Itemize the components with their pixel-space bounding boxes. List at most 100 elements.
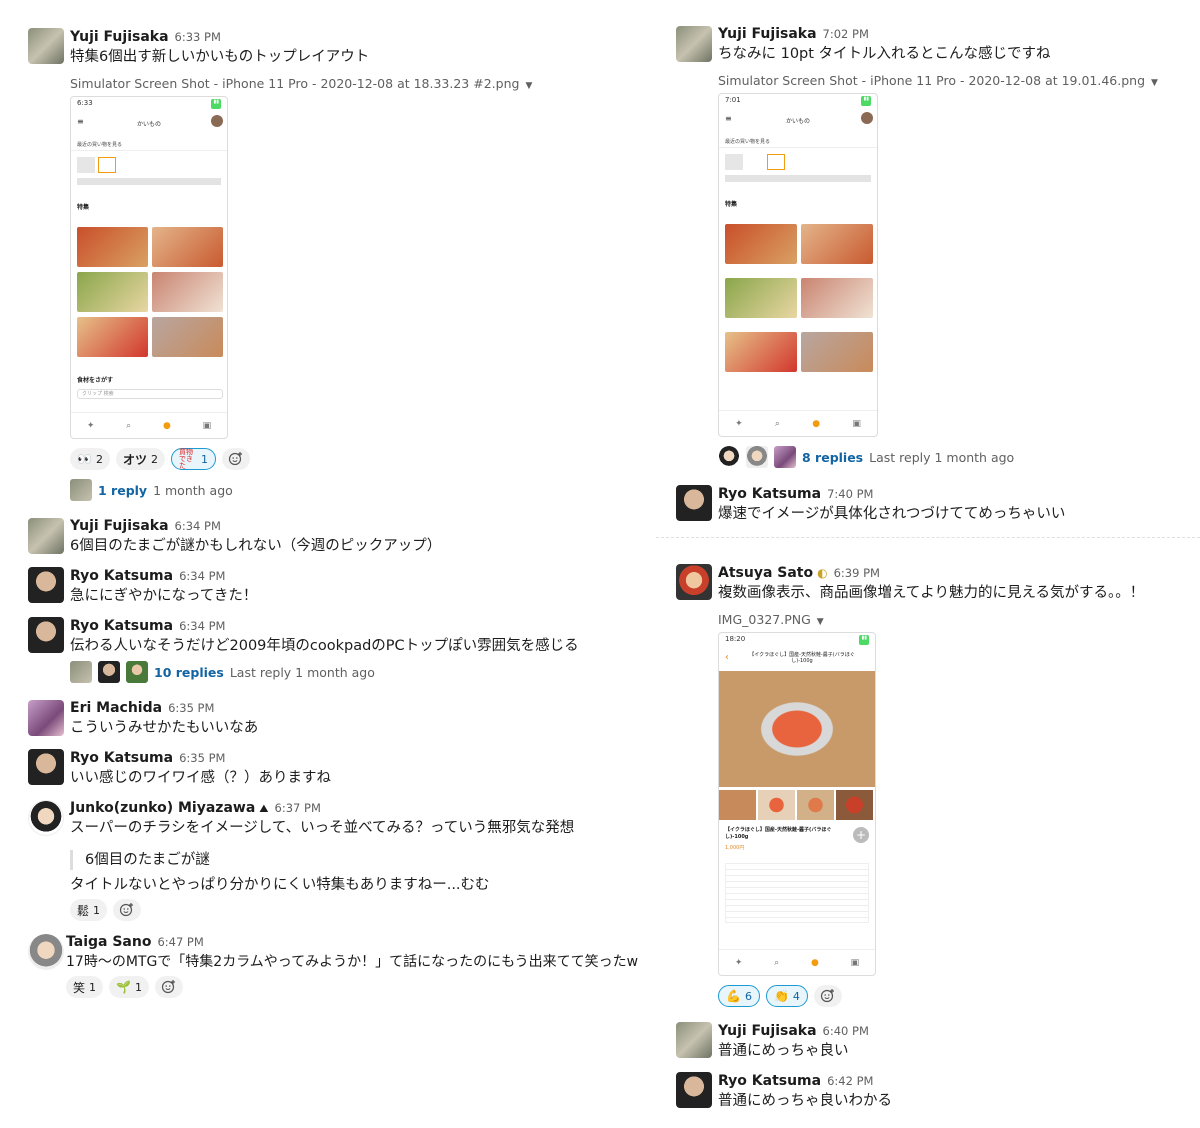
file-name[interactable]: IMG_0327.PNG ▼ xyxy=(718,612,824,627)
caret-down-icon[interactable]: ▼ xyxy=(817,617,824,627)
add-reaction-icon[interactable] xyxy=(113,899,142,921)
timestamp[interactable]: 6:39 PM xyxy=(834,566,880,580)
add-reaction-icon[interactable] xyxy=(813,985,842,1007)
recent-link: 最近の買い物を見る xyxy=(71,139,227,151)
user-name[interactable]: Eri Machida xyxy=(70,700,162,716)
avatar xyxy=(774,446,796,468)
user-name[interactable]: Taiga Sano xyxy=(66,934,151,950)
reply-count[interactable]: 8 replies xyxy=(802,450,863,465)
reply-count[interactable]: 10 replies xyxy=(154,665,224,680)
message-text: 伝わる人いなそうだけど2009年頃のcookpadのPCトップぽい雰囲気を感じる xyxy=(70,638,579,654)
attachment-image[interactable]: 18:20 ▮▮ ‹ 【イクラほぐし】国産-天然秋鮭-醤子(バラほぐし)-100g… xyxy=(718,632,876,976)
avatar[interactable] xyxy=(28,700,64,736)
timestamp[interactable]: 6:34 PM xyxy=(179,619,225,633)
reactions: 笑1 🌱 1 xyxy=(66,976,183,998)
quote-block: 6個目のたまごが謎 xyxy=(70,850,210,870)
search-heading: 食材をさがす xyxy=(77,377,114,384)
avatar[interactable] xyxy=(28,800,64,836)
timestamp[interactable]: 6:40 PM xyxy=(823,1024,869,1038)
attachment-image[interactable]: 6:33 ▮▮ ≡ かいもの 最近の買い物を見る 特集 食材をさがす クリップ … xyxy=(70,96,228,439)
thread-summary[interactable]: 1 reply 1 month ago xyxy=(70,479,233,501)
cart-icon: ▣ xyxy=(850,957,860,968)
reaction-selected[interactable]: 買物できた 1 xyxy=(170,448,216,470)
timestamp[interactable]: 6:34 PM xyxy=(175,519,221,533)
thread-summary[interactable]: 10 replies Last reply 1 month ago xyxy=(70,661,375,683)
avatar xyxy=(126,661,148,683)
timestamp[interactable]: 6:35 PM xyxy=(168,701,214,715)
avatar[interactable] xyxy=(676,485,712,521)
day-selector xyxy=(719,148,877,170)
reply-count[interactable]: 1 reply xyxy=(98,483,147,498)
recent-link: 最近の買い物を見る xyxy=(719,136,877,148)
avatar xyxy=(718,446,740,468)
reaction-selected[interactable]: 👏 4 xyxy=(765,985,808,1007)
timestamp[interactable]: 6:47 PM xyxy=(157,935,203,949)
sparkle-icon: ✦ xyxy=(734,957,743,968)
user-name[interactable]: Ryo Katsuma xyxy=(70,750,173,766)
timestamp[interactable]: 7:02 PM xyxy=(823,27,869,41)
avatar[interactable] xyxy=(676,26,712,62)
caret-down-icon[interactable]: ▼ xyxy=(525,81,532,91)
cart-icon: ▣ xyxy=(852,418,861,429)
timestamp[interactable]: 7:40 PM xyxy=(827,487,873,501)
search-icon: ⌕ xyxy=(774,418,780,429)
reaction[interactable]: 🌱 1 xyxy=(109,976,149,998)
avatar[interactable] xyxy=(676,1072,712,1108)
avatar[interactable] xyxy=(28,518,64,554)
message-text: 複数画像表示、商品画像増えてより魅力的に見える気がする。。！ xyxy=(718,585,1145,601)
message-text: 6個目のたまごが謎かもしれない（今週のピックアップ） xyxy=(70,538,442,554)
product-name: 【イクラほぐし】国産-天然秋鮭-醤子(バラほぐし)-100g xyxy=(725,827,832,840)
thumbnail-strip xyxy=(719,787,875,823)
thread-summary[interactable]: 8 replies Last reply 1 month ago xyxy=(718,446,1014,468)
avatar xyxy=(70,661,92,683)
user-name[interactable]: Yuji Fujisaka xyxy=(70,518,169,534)
avatar[interactable] xyxy=(28,567,64,603)
avatar[interactable] xyxy=(28,934,64,970)
timestamp[interactable]: 6:35 PM xyxy=(179,751,225,765)
user-name[interactable]: Ryo Katsuma xyxy=(70,618,173,634)
app-title: かいもの xyxy=(785,118,810,125)
search-input: クリップ 検索 xyxy=(77,389,223,399)
reaction[interactable]: 鬆1 xyxy=(70,899,108,921)
last-reply-time: 1 month ago xyxy=(153,482,233,498)
reaction-selected[interactable]: 💪 6 xyxy=(718,985,760,1007)
user-name[interactable]: Atsuya Sato xyxy=(718,565,813,581)
user-name[interactable]: Yuji Fujisaka xyxy=(718,26,817,42)
user-name[interactable]: Yuji Fujisaka xyxy=(718,1023,817,1039)
message-text: タイトルないとやっぱり分かりにくい特集もありますねー...むむ xyxy=(70,877,490,893)
avatar[interactable] xyxy=(28,28,64,64)
add-reaction-icon[interactable] xyxy=(154,976,183,998)
avatar[interactable] xyxy=(28,749,64,785)
attachment-image[interactable]: 7:01 ▮▮ ≡ かいもの 最近の買い物を見る 特集 ✦ ⌕ ● ▣ xyxy=(718,93,878,437)
user-name[interactable]: Ryo Katsuma xyxy=(718,486,821,502)
file-name[interactable]: Simulator Screen Shot - iPhone 11 Pro - … xyxy=(718,73,1158,88)
add-reaction-icon[interactable] xyxy=(221,448,250,470)
reaction[interactable]: オツ 2 xyxy=(115,448,165,470)
user-name[interactable]: Ryo Katsuma xyxy=(718,1073,821,1089)
message-text: 爆速でイメージが具体化されつづけててめっちゃいい xyxy=(718,506,1066,522)
message-text: ちなみに 10pt タイトル入れるとこんな感じですね xyxy=(718,46,1051,62)
timestamp[interactable]: 6:34 PM xyxy=(179,569,225,583)
user-name[interactable]: Ryo Katsuma xyxy=(70,568,173,584)
user-name[interactable]: Yuji Fujisaka xyxy=(70,29,169,45)
mountain-icon: ⛰ xyxy=(259,802,269,815)
avatar[interactable] xyxy=(676,1022,712,1058)
timestamp[interactable]: 6:33 PM xyxy=(175,30,221,44)
reaction[interactable]: 👀 2 xyxy=(70,448,110,470)
message-text: 急ににぎやかになってきた！ xyxy=(70,588,258,604)
avatar[interactable] xyxy=(676,564,712,600)
user-name[interactable]: Junko(zunko) Miyazawa xyxy=(70,800,255,816)
cart-icon: ▣ xyxy=(202,420,212,431)
reaction[interactable]: 笑1 xyxy=(66,976,104,998)
timestamp[interactable]: 6:37 PM xyxy=(275,801,321,815)
message-text: 普通にめっちゃ良い xyxy=(718,1043,849,1059)
sparkle-icon: ✦ xyxy=(735,418,743,429)
basket-icon: ● xyxy=(812,418,821,429)
caret-down-icon[interactable]: ▼ xyxy=(1151,78,1158,88)
file-name[interactable]: Simulator Screen Shot - iPhone 11 Pro - … xyxy=(70,76,532,91)
last-reply-time: Last reply 1 month ago xyxy=(869,449,1015,465)
product-price: 1,000円 xyxy=(725,845,745,851)
basket-icon: ● xyxy=(162,420,171,431)
timestamp[interactable]: 6:42 PM xyxy=(827,1074,873,1088)
avatar[interactable] xyxy=(28,617,64,653)
